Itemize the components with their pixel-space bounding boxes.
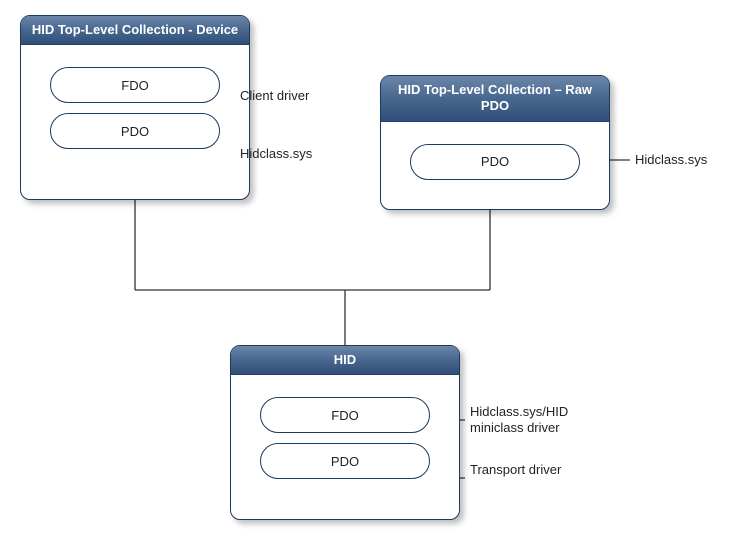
label-transport-driver: Transport driver <box>470 462 600 478</box>
hid-fdo-pill: FDO <box>260 397 430 433</box>
raw-pdo-pill: PDO <box>410 144 580 180</box>
panel-device-body: FDO PDO <box>21 45 249 175</box>
device-pdo-pill: PDO <box>50 113 220 149</box>
panel-hid-body: FDO PDO <box>231 375 459 505</box>
panel-device-title: HID Top-Level Collection - Device <box>21 16 249 45</box>
label-hidclass-raw: Hidclass.sys <box>635 152 707 168</box>
panel-device: HID Top-Level Collection - Device FDO PD… <box>20 15 250 200</box>
panel-raw-pdo-body: PDO <box>381 122 609 206</box>
panel-raw-pdo: HID Top-Level Collection – Raw PDO PDO <box>380 75 610 210</box>
panel-hid: HID FDO PDO <box>230 345 460 520</box>
label-hidclass-device: Hidclass.sys <box>240 146 312 162</box>
device-fdo-pill: FDO <box>50 67 220 103</box>
panel-hid-title: HID <box>231 346 459 375</box>
label-client-driver: Client driver <box>240 88 309 104</box>
hid-pdo-pill: PDO <box>260 443 430 479</box>
label-hid-miniclass: Hidclass.sys/HID miniclass driver <box>470 404 600 435</box>
diagram-canvas: HID Top-Level Collection - Device FDO PD… <box>0 0 738 550</box>
panel-raw-pdo-title: HID Top-Level Collection – Raw PDO <box>381 76 609 122</box>
